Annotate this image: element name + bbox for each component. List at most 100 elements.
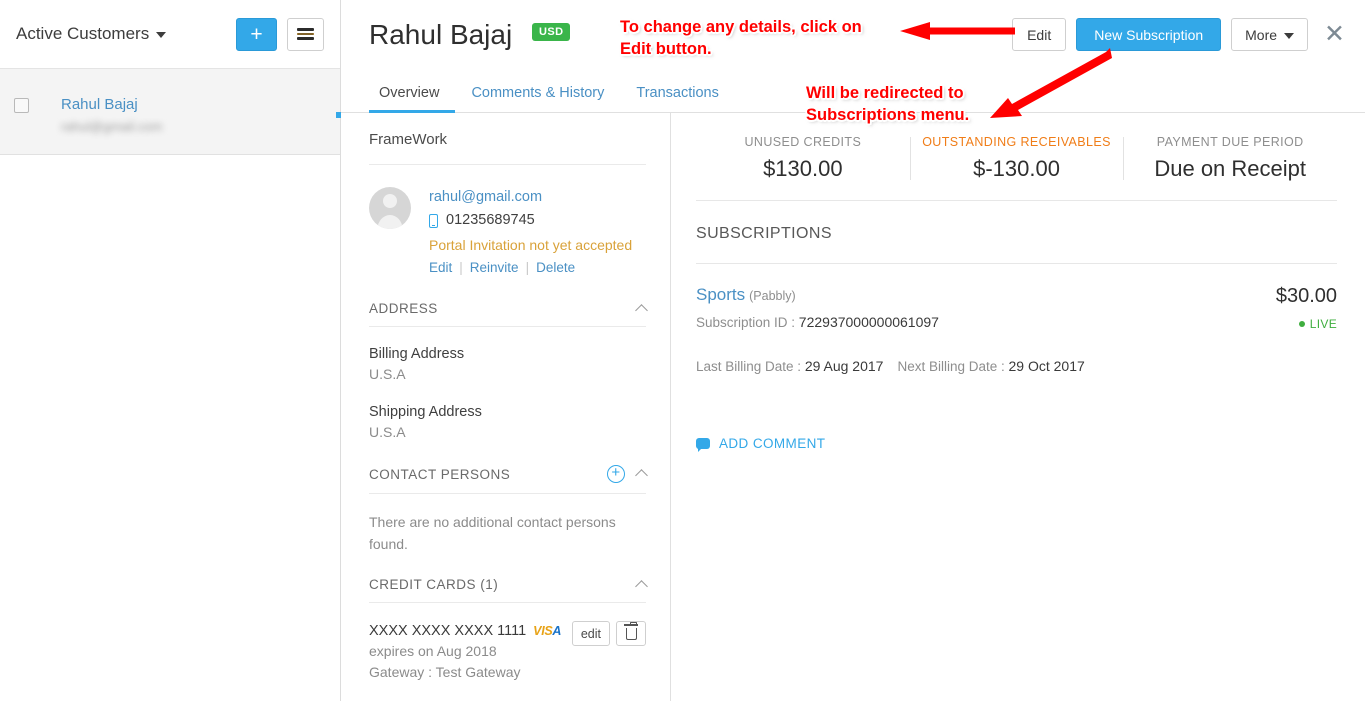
edit-button[interactable]: Edit bbox=[1012, 18, 1067, 51]
mobile-phone-icon bbox=[429, 213, 438, 228]
tab-overview[interactable]: Overview bbox=[369, 85, 456, 113]
contact-persons-section-header: CONTACT PERSONS + bbox=[369, 443, 648, 494]
detail-tabs: Overview Comments & History Transactions bbox=[341, 69, 1365, 113]
next-billing-value: 29 Oct 2017 bbox=[1008, 358, 1085, 374]
divider: | bbox=[459, 260, 463, 275]
contact-details: rahul@gmail.com 01235689745 Portal Invit… bbox=[429, 187, 632, 279]
comment-bubble-icon bbox=[696, 438, 710, 452]
stat-label: PAYMENT DUE PERIOD bbox=[1156, 135, 1304, 149]
contact-persons-empty-text: There are no additional contact persons … bbox=[369, 514, 616, 552]
address-section-header: ADDRESS bbox=[369, 279, 648, 327]
credit-cards-section-header: CREDIT CARDS (1) bbox=[369, 555, 648, 603]
customer-filter-label: Active Customers bbox=[16, 24, 150, 43]
subscription-name-link[interactable]: Sports bbox=[696, 285, 745, 304]
credit-card-expiry: expires on Aug 2018 bbox=[369, 643, 497, 659]
add-contact-person-icon[interactable]: + bbox=[607, 465, 625, 483]
company-name: FrameWork bbox=[369, 113, 646, 165]
chevron-up-icon[interactable] bbox=[635, 303, 648, 317]
subscription-plan: (Pabbly) bbox=[749, 289, 796, 303]
stat-value: $130.00 bbox=[763, 156, 843, 181]
stat-label: OUTSTANDING RECEIVABLES bbox=[922, 135, 1111, 149]
subscription-info: Sports (Pabbly) Subscription ID : 7229370… bbox=[696, 285, 1276, 331]
subscription-id-label: Subscription ID : bbox=[696, 315, 799, 330]
stat-label: UNUSED CREDITS bbox=[744, 135, 862, 149]
stat-value: $-130.00 bbox=[973, 156, 1060, 181]
chevron-down-icon bbox=[1284, 32, 1295, 39]
status-badge-label: LIVE bbox=[1309, 317, 1337, 331]
shipping-address-label: Shipping Address bbox=[369, 404, 482, 420]
subscription-title-line: Sports (Pabbly) bbox=[696, 285, 1276, 305]
customer-summary: Rahul Bajaj rahul@gmail.com bbox=[61, 95, 162, 137]
shipping-address-value: U.S.A bbox=[369, 424, 406, 440]
primary-contact: rahul@gmail.com 01235689745 Portal Invit… bbox=[369, 165, 646, 279]
sidebar-header: Active Customers + bbox=[0, 0, 340, 69]
avatar bbox=[369, 187, 411, 229]
credit-card-row: XXXX XXXX XXXX 1111 VISA expires on Aug … bbox=[369, 621, 646, 683]
contact-edit-link[interactable]: Edit bbox=[429, 257, 452, 279]
customer-filter-dropdown[interactable]: Active Customers bbox=[16, 24, 167, 44]
chevron-up-icon[interactable] bbox=[635, 469, 648, 482]
credit-card-number: XXXX XXXX XXXX 1111 VISA bbox=[369, 621, 564, 641]
customers-sidebar: Active Customers + Rahul Bajaj rahul@gma… bbox=[0, 0, 341, 701]
tab-comments-history[interactable]: Comments & History bbox=[455, 85, 620, 112]
next-billing-label: Next Billing Date : bbox=[897, 359, 1009, 374]
credit-card-delete-button[interactable] bbox=[616, 621, 646, 646]
address-section-title: ADDRESS bbox=[369, 301, 438, 316]
divider: | bbox=[525, 260, 530, 275]
status-dot-icon bbox=[1298, 321, 1305, 327]
credit-cards-section-title: CREDIT CARDS (1) bbox=[369, 577, 499, 592]
more-button[interactable]: More bbox=[1231, 18, 1309, 51]
stat-value: Due on Receipt bbox=[1154, 156, 1306, 181]
subscriptions-section-title: SUBSCRIPTIONS bbox=[696, 201, 1337, 264]
sidebar-menu-button[interactable] bbox=[287, 17, 324, 51]
page-title-text: Rahul Bajaj bbox=[369, 18, 513, 50]
subscription-row: Sports (Pabbly) Subscription ID : 7229370… bbox=[696, 264, 1337, 331]
customer-name-link[interactable]: Rahul Bajaj bbox=[61, 95, 162, 115]
chevron-down-icon bbox=[156, 32, 167, 38]
page-title: Rahul Bajaj USD bbox=[369, 18, 571, 51]
visa-logo-icon: VISA bbox=[533, 624, 562, 638]
stat-outstanding-receivables: OUTSTANDING RECEIVABLES $-130.00 bbox=[909, 135, 1124, 182]
stats-row: UNUSED CREDITS $130.00 OUTSTANDING RECEI… bbox=[696, 113, 1337, 201]
customer-list: Rahul Bajaj rahul@gmail.com bbox=[0, 69, 340, 155]
subscription-billing-dates: Last Billing Date : 29 Aug 2017 Next Bill… bbox=[696, 358, 1337, 374]
contact-reinvite-link[interactable]: Reinvite bbox=[470, 257, 519, 279]
add-customer-button[interactable]: + bbox=[236, 17, 277, 51]
customer-summary-column: UNUSED CREDITS $130.00 OUTSTANDING RECEI… bbox=[671, 113, 1365, 701]
tab-transactions[interactable]: Transactions bbox=[620, 85, 734, 112]
last-billing-value: 29 Aug 2017 bbox=[804, 358, 884, 374]
customer-checkbox[interactable] bbox=[14, 98, 29, 113]
contact-delete-link[interactable]: Delete bbox=[536, 257, 575, 279]
stat-payment-due-period: PAYMENT DUE PERIOD Due on Receipt bbox=[1123, 135, 1337, 182]
subscription-id: Subscription ID : 722937000000061097 bbox=[696, 314, 1276, 330]
plus-icon: + bbox=[250, 22, 263, 46]
subscription-amount: $30.00 bbox=[1275, 285, 1337, 307]
contact-phone-value: 01235689745 bbox=[446, 212, 535, 228]
trash-icon bbox=[624, 621, 638, 640]
subscription-id-value: 722937000000061097 bbox=[798, 314, 939, 330]
status-badge: LIVE bbox=[1276, 317, 1337, 331]
contact-actions: Edit | Reinvite | Delete bbox=[429, 257, 632, 279]
new-subscription-button[interactable]: New Subscription bbox=[1076, 18, 1222, 51]
overview-content: FrameWork rahul@gmail.com 01235689745 Po… bbox=[341, 113, 1365, 701]
chevron-up-icon[interactable] bbox=[635, 579, 648, 593]
hamburger-icon-line bbox=[297, 28, 314, 31]
hamburger-icon-line bbox=[297, 37, 314, 40]
credit-card-edit-button[interactable]: edit bbox=[571, 621, 610, 646]
customer-email: rahul@gmail.com bbox=[61, 119, 163, 134]
stat-unused-credits: UNUSED CREDITS $130.00 bbox=[696, 135, 910, 182]
detail-header-actions: Edit New Subscription More ✕ bbox=[1012, 18, 1347, 51]
add-comment-label: ADD COMMENT bbox=[719, 436, 826, 451]
add-comment-button[interactable]: ADD COMMENT bbox=[696, 436, 1337, 452]
contact-persons-section-title: CONTACT PERSONS bbox=[369, 466, 511, 482]
currency-badge: USD bbox=[531, 23, 571, 42]
customer-detail-screen: Active Customers + Rahul Bajaj rahul@gma… bbox=[0, 0, 1365, 701]
contact-email-link[interactable]: rahul@gmail.com bbox=[429, 187, 632, 208]
contact-phone: 01235689745 bbox=[429, 208, 632, 233]
customer-detail-panel: Rahul Bajaj USD Edit New Subscription Mo… bbox=[341, 0, 1365, 701]
billing-address-label: Billing Address bbox=[369, 346, 465, 362]
credit-card-number-value: XXXX XXXX XXXX 1111 bbox=[369, 623, 527, 639]
hamburger-icon-line bbox=[297, 32, 314, 36]
close-icon[interactable]: ✕ bbox=[1318, 22, 1347, 47]
list-item[interactable]: Rahul Bajaj rahul@gmail.com bbox=[0, 69, 340, 155]
